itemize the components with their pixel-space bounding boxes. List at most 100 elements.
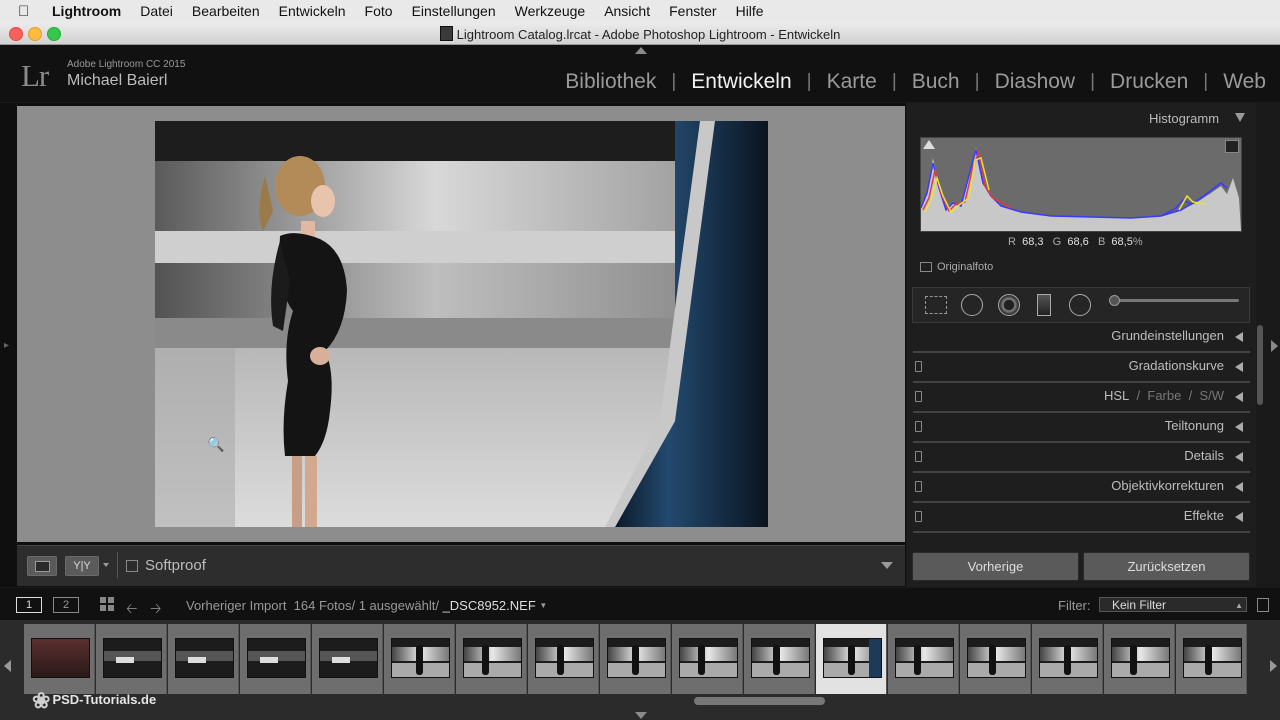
reset-button[interactable]: Zurücksetzen [1083, 552, 1250, 581]
radial-filter-icon[interactable] [1069, 294, 1091, 316]
panel-toggle-switch[interactable] [915, 391, 922, 402]
menu-datei[interactable]: Datei [140, 3, 173, 19]
filmstrip-thumbnail[interactable] [312, 624, 383, 694]
module-entwickeln[interactable]: Entwickeln [691, 70, 791, 94]
softproof-checkbox[interactable] [126, 560, 138, 572]
main-photo[interactable] [155, 121, 768, 527]
adjustment-brush-slider[interactable] [1109, 299, 1239, 302]
filmstrip-thumbnail[interactable] [96, 624, 167, 694]
panel-hsl[interactable]: HSL / Farbe / S/W [913, 382, 1250, 413]
menu-app-lightroom[interactable]: Lightroom [52, 3, 121, 19]
loupe-view-button[interactable] [27, 556, 57, 576]
hsl-tab[interactable]: HSL [1104, 388, 1129, 403]
secondary-window-button[interactable]: 2 [53, 597, 79, 613]
filmstrip-thumbnail[interactable] [24, 624, 95, 694]
filmstrip-thumbnail[interactable] [1104, 624, 1175, 694]
grid-view-icon[interactable] [100, 597, 115, 612]
panel-grundeinstellungen[interactable]: Grundeinstellungen [913, 322, 1250, 353]
source-dropdown-icon[interactable]: ▼ [539, 601, 547, 610]
before-after-button[interactable]: Y|Y [65, 556, 99, 576]
filmstrip-thumbnail[interactable] [384, 624, 455, 694]
graduated-filter-icon[interactable] [1037, 294, 1051, 316]
panel-toggle-switch[interactable] [915, 481, 922, 492]
filmstrip-source[interactable]: Vorheriger Import 164 Fotos/ 1 ausgewähl… [186, 598, 547, 613]
softproof-label: Softproof [145, 557, 206, 574]
panel-expand-icon[interactable] [1235, 422, 1243, 432]
left-panel-toggle-icon[interactable]: ▸ [4, 340, 9, 351]
original-photo-checkbox[interactable] [920, 262, 932, 272]
before-after-dropdown-icon[interactable] [103, 563, 109, 567]
filmstrip-thumbnail[interactable] [456, 624, 527, 694]
filter-select[interactable]: Kein Filter ▲ [1099, 597, 1247, 612]
filmstrip-scroll-right-icon[interactable] [1270, 660, 1277, 672]
panel-effekte[interactable]: Effekte [913, 502, 1250, 533]
filmstrip-thumbnail[interactable] [240, 624, 311, 694]
apple-icon[interactable]:  [18, 3, 34, 20]
module-web[interactable]: Web [1223, 70, 1266, 94]
histogram-graph[interactable] [920, 137, 1242, 232]
farbe-tab[interactable]: Farbe [1147, 388, 1181, 403]
panel-expand-icon[interactable] [1235, 482, 1243, 492]
filmstrip-thumbnail[interactable] [888, 624, 959, 694]
crop-tool-icon[interactable] [925, 296, 947, 314]
shadow-clipping-icon[interactable] [923, 140, 935, 149]
menu-fenster[interactable]: Fenster [669, 3, 716, 19]
module-karte[interactable]: Karte [827, 70, 877, 94]
filmstrip-thumbnail[interactable] [168, 624, 239, 694]
red-eye-icon[interactable] [998, 294, 1020, 316]
panel-toggle-switch[interactable] [915, 421, 922, 432]
collapse-top-panel-icon[interactable] [635, 47, 647, 54]
forward-arrow-icon[interactable]: 🡢 [150, 598, 161, 622]
filmstrip-thumbnail[interactable] [528, 624, 599, 694]
menu-werkzeuge[interactable]: Werkzeuge [515, 3, 586, 19]
filmstrip-thumbnail[interactable] [672, 624, 743, 694]
filmstrip-thumbnail-selected[interactable] [816, 624, 887, 694]
filmstrip-thumbnail[interactable] [1032, 624, 1103, 694]
menu-bearbeiten[interactable]: Bearbeiten [192, 3, 260, 19]
panel-objektivkorrekturen[interactable]: Objektivkorrekturen [913, 472, 1250, 503]
filmstrip-thumbnail[interactable] [600, 624, 671, 694]
menu-einstellungen[interactable]: Einstellungen [412, 3, 496, 19]
menu-hilfe[interactable]: Hilfe [736, 3, 764, 19]
filmstrip-thumbnail[interactable] [744, 624, 815, 694]
panel-expand-icon[interactable] [1235, 362, 1243, 372]
right-panel-scrollbar[interactable] [1257, 325, 1263, 405]
primary-window-button[interactable]: 1 [16, 597, 42, 613]
panel-details[interactable]: Details [913, 442, 1250, 473]
panel-toggle-switch[interactable] [915, 451, 922, 462]
back-arrow-icon[interactable]: 🡠 [126, 598, 137, 622]
previous-button[interactable]: Vorherige [912, 552, 1079, 581]
panel-teiltonung[interactable]: Teiltonung [913, 412, 1250, 443]
highlight-clipping-icon[interactable] [1225, 140, 1239, 153]
panel-toggle-switch[interactable] [915, 361, 922, 372]
adjustment-brush-icon[interactable] [1109, 295, 1120, 306]
menu-ansicht[interactable]: Ansicht [604, 3, 650, 19]
filter-lock-icon[interactable] [1257, 598, 1269, 612]
panel-expand-icon[interactable] [1235, 512, 1243, 522]
histogram-title[interactable]: Histogramm [1149, 111, 1219, 126]
module-diashow[interactable]: Diashow [995, 70, 1076, 94]
filmstrip-thumbnail[interactable] [1176, 624, 1247, 694]
right-panel-toggle-icon[interactable] [1271, 340, 1278, 352]
histogram-collapse-icon[interactable] [1235, 113, 1245, 122]
toolbar-content-dropdown-icon[interactable] [881, 562, 893, 569]
panel-gradationskurve[interactable]: Gradationskurve [913, 352, 1250, 383]
panel-expand-icon[interactable] [1235, 392, 1243, 402]
window-title: Lightroom Catalog.lrcat - Adobe Photosho… [456, 27, 841, 42]
sw-tab[interactable]: S/W [1199, 388, 1224, 403]
filmstrip-scrollbar[interactable] [694, 697, 825, 705]
panel-expand-icon[interactable] [1235, 332, 1243, 342]
module-bibliothek[interactable]: Bibliothek [565, 70, 656, 94]
menu-entwickeln[interactable]: Entwickeln [279, 3, 346, 19]
thumbnail-image [1183, 638, 1242, 678]
filmstrip-scroll-left-icon[interactable] [4, 660, 11, 672]
panel-expand-icon[interactable] [1235, 452, 1243, 462]
thumbnail-image [895, 638, 954, 678]
panel-toggle-switch[interactable] [915, 511, 922, 522]
filmstrip-thumbnail[interactable] [960, 624, 1031, 694]
spot-removal-icon[interactable] [961, 294, 983, 316]
menu-foto[interactable]: Foto [365, 3, 393, 19]
module-drucken[interactable]: Drucken [1110, 70, 1188, 94]
collapse-filmstrip-icon[interactable] [635, 712, 647, 719]
module-buch[interactable]: Buch [912, 70, 960, 94]
